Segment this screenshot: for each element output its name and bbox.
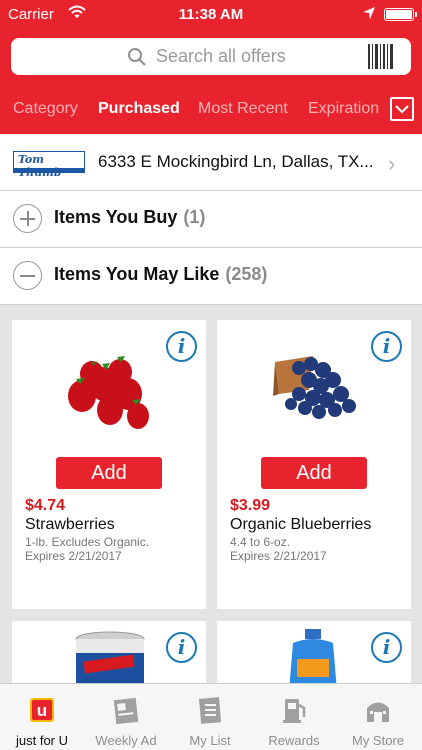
nav-weekly-ad[interactable]: Weekly Ad: [84, 684, 168, 750]
tab-category[interactable]: Category: [13, 100, 78, 118]
info-icon[interactable]: i: [371, 632, 402, 663]
offer-description: 1-lb. Excludes Organic.: [25, 535, 150, 549]
weekly-ad-icon: [113, 697, 139, 725]
offer-name: Strawberries: [25, 516, 115, 533]
offer-expiration: Expires 2/21/2017: [25, 549, 122, 563]
search-input[interactable]: Search all offers: [156, 46, 286, 67]
info-icon[interactable]: i: [371, 331, 402, 362]
offer-card[interactable]: i: [217, 621, 411, 691]
tab-expiration[interactable]: Expiration: [308, 100, 379, 118]
nav-rewards[interactable]: Rewards: [252, 684, 336, 750]
store-logo: Tom Thumb: [13, 151, 85, 179]
blueberries-image: [273, 356, 356, 419]
store-logo-text: Tom Thumb: [18, 153, 62, 179]
bottom-tab-bar: u just for U Weekly Ad My List Rewards M…: [0, 683, 422, 750]
app-header: Carrier 11:38 AM Search all offers Categ…: [0, 0, 422, 134]
barcode-scan-icon[interactable]: [367, 43, 395, 70]
store-selector[interactable]: Tom Thumb 6333 E Mockingbird Ln, Dallas,…: [0, 134, 422, 191]
offer-card[interactable]: i Add $3.99 Organic Blueberries 4.4 to 6…: [217, 320, 411, 609]
tabs-dropdown-button[interactable]: [390, 97, 414, 121]
rewards-icon: [283, 699, 306, 723]
location-arrow-icon: [363, 7, 375, 19]
strawberries-image: [68, 356, 149, 429]
store-address: 6333 E Mockingbird Ln, Dallas, TX...: [98, 152, 374, 171]
offer-card[interactable]: i Add $4.74 Strawberries 1-lb. Excludes …: [12, 320, 206, 609]
tab-most-recent[interactable]: Most Recent: [198, 100, 288, 118]
nav-my-list[interactable]: My List: [168, 684, 252, 750]
nav-just-for-u[interactable]: u just for U: [0, 684, 84, 750]
group-title: Items You Buy (1): [54, 207, 206, 227]
status-bar: Carrier 11:38 AM: [0, 0, 422, 30]
offer-description: 4.4 to 6-oz.: [230, 535, 291, 549]
my-store-icon: [367, 702, 389, 722]
group-title: Items You May Like (258): [54, 264, 268, 284]
expand-plus-icon[interactable]: [13, 204, 42, 233]
group-items-you-buy[interactable]: Items You Buy (1): [0, 191, 422, 248]
just-for-u-icon: u: [30, 698, 54, 722]
info-icon[interactable]: i: [166, 331, 197, 362]
group-count: (1): [183, 207, 206, 227]
group-items-you-may-like[interactable]: Items You May Like (258): [0, 248, 422, 305]
offer-price: $4.74: [25, 497, 66, 514]
status-time: 11:38 AM: [178, 6, 244, 23]
group-count: (258): [225, 264, 268, 284]
chevron-right-icon: ›: [388, 151, 396, 176]
battery-icon: [384, 8, 417, 21]
filter-tabs: Category Purchased Most Recent Expiratio…: [0, 92, 422, 126]
offer-name: Organic Blueberries: [230, 516, 372, 533]
svg-text:u: u: [37, 701, 47, 720]
info-icon[interactable]: i: [166, 632, 197, 663]
chevron-down-icon: [395, 105, 409, 114]
search-icon: [128, 48, 146, 66]
tab-purchased[interactable]: Purchased: [98, 100, 180, 118]
offer-card[interactable]: i: [12, 621, 206, 693]
search-bar[interactable]: Search all offers: [11, 38, 411, 75]
my-list-icon: [198, 697, 222, 724]
collapse-minus-icon[interactable]: [13, 261, 42, 290]
nav-my-store[interactable]: My Store: [336, 684, 420, 750]
offer-price: $3.99: [230, 497, 271, 514]
add-button[interactable]: Add: [56, 457, 162, 489]
detergent-bottle-image: [289, 629, 337, 691]
add-button[interactable]: Add: [261, 457, 367, 489]
offer-expiration: Expires 2/21/2017: [230, 549, 327, 563]
